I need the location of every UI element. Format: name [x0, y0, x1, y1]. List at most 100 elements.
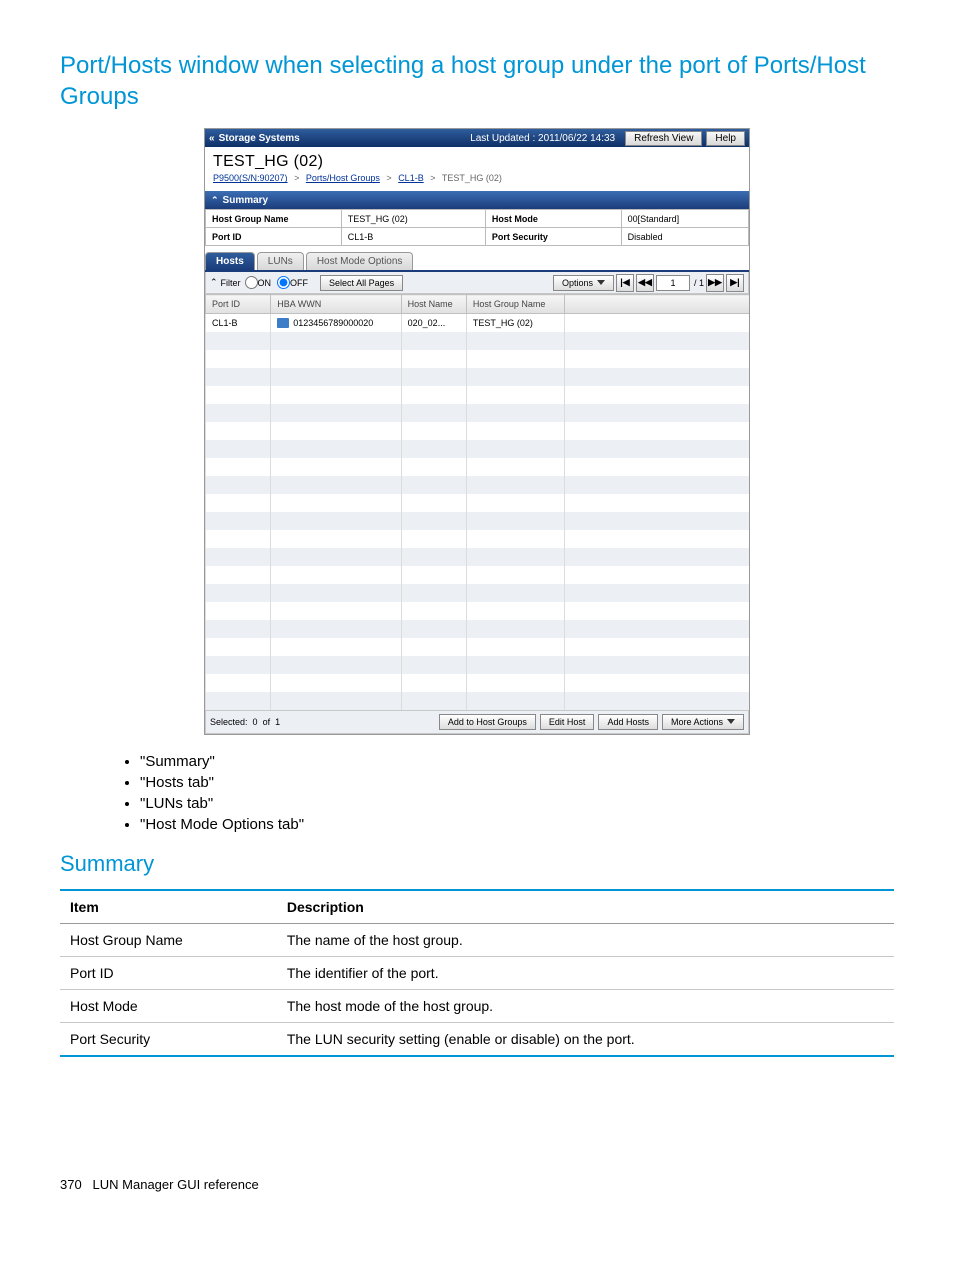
- pager-last-button[interactable]: ▶|: [726, 274, 744, 292]
- table-row: [206, 620, 750, 638]
- table-row: [206, 332, 750, 350]
- caret-down-icon: [727, 719, 735, 724]
- summary-description-table: Item Description Host Group NameThe name…: [60, 889, 894, 1057]
- options-button[interactable]: Options: [553, 275, 614, 291]
- grid-footer: Selected: 0 of 1 Add to Host Groups Edit…: [205, 710, 749, 734]
- table-row: [206, 476, 750, 494]
- section-title: Port/Hosts window when selecting a host …: [60, 50, 894, 112]
- tab-luns[interactable]: LUNs: [257, 252, 304, 270]
- hosts-grid: Port ID HBA WWN Host Name Host Group Nam…: [205, 294, 749, 710]
- breadcrumb: P9500(S/N:90207) > Ports/Host Groups > C…: [205, 171, 749, 191]
- desc-item: Host Group Name: [60, 923, 277, 956]
- breadcrumb-link[interactable]: P9500(S/N:90207): [213, 173, 288, 183]
- link-item: "LUNs tab": [140, 795, 894, 812]
- edit-host-button[interactable]: Edit Host: [540, 714, 595, 730]
- top-bar: « Storage Systems Last Updated : 2011/06…: [205, 129, 749, 147]
- summary-value: TEST_HG (02): [341, 210, 485, 228]
- table-row: [206, 422, 750, 440]
- select-all-pages-button[interactable]: Select All Pages: [320, 275, 403, 291]
- desc-item: Port Security: [60, 1022, 277, 1056]
- chevron-up-icon: ⌃: [210, 277, 218, 288]
- pager-total: / 1: [694, 278, 704, 288]
- breadcrumb-sep: >: [386, 173, 391, 183]
- cell-host-group-name: TEST_HG (02): [466, 314, 564, 332]
- caret-down-icon: [597, 280, 605, 285]
- last-updated: Last Updated : 2011/06/22 14:33: [470, 133, 615, 144]
- topbar-title: Storage Systems: [219, 133, 471, 144]
- link-item: "Summary": [140, 753, 894, 770]
- selected-status: Selected: 0 of 1: [210, 717, 435, 727]
- col-hba-wwn[interactable]: HBA WWN: [271, 295, 401, 314]
- col-description: Description: [277, 890, 894, 924]
- cell-host-name: 020_02...: [401, 314, 466, 332]
- table-row: [206, 692, 750, 710]
- table-row: [206, 674, 750, 692]
- desc-text: The identifier of the port.: [277, 956, 894, 989]
- col-empty: [564, 295, 749, 314]
- breadcrumb-sep: >: [430, 173, 435, 183]
- desc-text: The LUN security setting (enable or disa…: [277, 1022, 894, 1056]
- pager-page-input[interactable]: [656, 275, 690, 291]
- filter-label: Filter: [221, 278, 241, 288]
- refresh-view-button[interactable]: Refresh View: [625, 131, 702, 146]
- col-port-id[interactable]: Port ID: [206, 295, 271, 314]
- footer-text: LUN Manager GUI reference: [93, 1177, 259, 1192]
- breadcrumb-sep: >: [294, 173, 299, 183]
- summary-heading: Summary: [60, 851, 894, 877]
- desc-text: The host mode of the host group.: [277, 989, 894, 1022]
- cell-hba-wwn: 0123456789000020: [271, 314, 401, 332]
- summary-bar[interactable]: ⌃ Summary: [205, 191, 749, 209]
- pager-next-button[interactable]: ▶▶: [706, 274, 724, 292]
- col-host-group-name[interactable]: Host Group Name: [466, 295, 564, 314]
- summary-label: Port ID: [206, 228, 342, 246]
- summary-label: Host Group Name: [206, 210, 342, 228]
- cell-empty: [564, 314, 749, 332]
- table-row: [206, 458, 750, 476]
- table-row: [206, 386, 750, 404]
- add-to-host-groups-button[interactable]: Add to Host Groups: [439, 714, 536, 730]
- screenshot-panel: « Storage Systems Last Updated : 2011/06…: [204, 128, 750, 735]
- filter-toolbar: ⌃ Filter ON OFF Select All Pages Options…: [205, 272, 749, 294]
- breadcrumb-current: TEST_HG (02): [442, 173, 502, 183]
- table-row: [206, 530, 750, 548]
- page-footer: 370 LUN Manager GUI reference: [60, 1177, 894, 1192]
- page-number: 370: [60, 1177, 82, 1192]
- summary-bar-label: Summary: [223, 195, 269, 206]
- table-row: [206, 638, 750, 656]
- tab-host-mode-options[interactable]: Host Mode Options: [306, 252, 414, 270]
- filter-on-radio[interactable]: ON: [245, 276, 272, 289]
- tab-hosts[interactable]: Hosts: [205, 252, 255, 270]
- section-links: "Summary" "Hosts tab" "LUNs tab" "Host M…: [102, 753, 894, 833]
- summary-value: Disabled: [621, 228, 748, 246]
- table-row: [206, 602, 750, 620]
- table-row: [206, 440, 750, 458]
- breadcrumb-link[interactable]: CL1-B: [398, 173, 424, 183]
- tabs: Hosts LUNs Host Mode Options: [205, 252, 749, 272]
- table-row: [206, 548, 750, 566]
- desc-item: Port ID: [60, 956, 277, 989]
- filter-off-radio[interactable]: OFF: [277, 276, 308, 289]
- table-row: [206, 494, 750, 512]
- link-item: "Host Mode Options tab": [140, 816, 894, 833]
- summary-label: Host Mode: [485, 210, 621, 228]
- summary-value: CL1-B: [341, 228, 485, 246]
- pager-prev-button[interactable]: ◀◀: [636, 274, 654, 292]
- link-item: "Hosts tab": [140, 774, 894, 791]
- desc-item: Host Mode: [60, 989, 277, 1022]
- collapse-icon[interactable]: «: [209, 133, 215, 144]
- table-row: [206, 584, 750, 602]
- table-row: [206, 566, 750, 584]
- help-button[interactable]: Help: [706, 131, 745, 146]
- pager-first-button[interactable]: |◀: [616, 274, 634, 292]
- more-actions-button[interactable]: More Actions: [662, 714, 744, 730]
- breadcrumb-link[interactable]: Ports/Host Groups: [306, 173, 380, 183]
- add-hosts-button[interactable]: Add Hosts: [598, 714, 658, 730]
- summary-table: Host Group Name TEST_HG (02) Host Mode 0…: [205, 209, 749, 246]
- col-host-name[interactable]: Host Name: [401, 295, 466, 314]
- col-item: Item: [60, 890, 277, 924]
- cell-port-id: CL1-B: [206, 314, 271, 332]
- table-row[interactable]: CL1-B0123456789000020020_02...TEST_HG (0…: [206, 314, 750, 332]
- chevron-up-icon: ⌃: [211, 195, 219, 206]
- table-row: [206, 404, 750, 422]
- host-group-title: TEST_HG (02): [205, 147, 749, 171]
